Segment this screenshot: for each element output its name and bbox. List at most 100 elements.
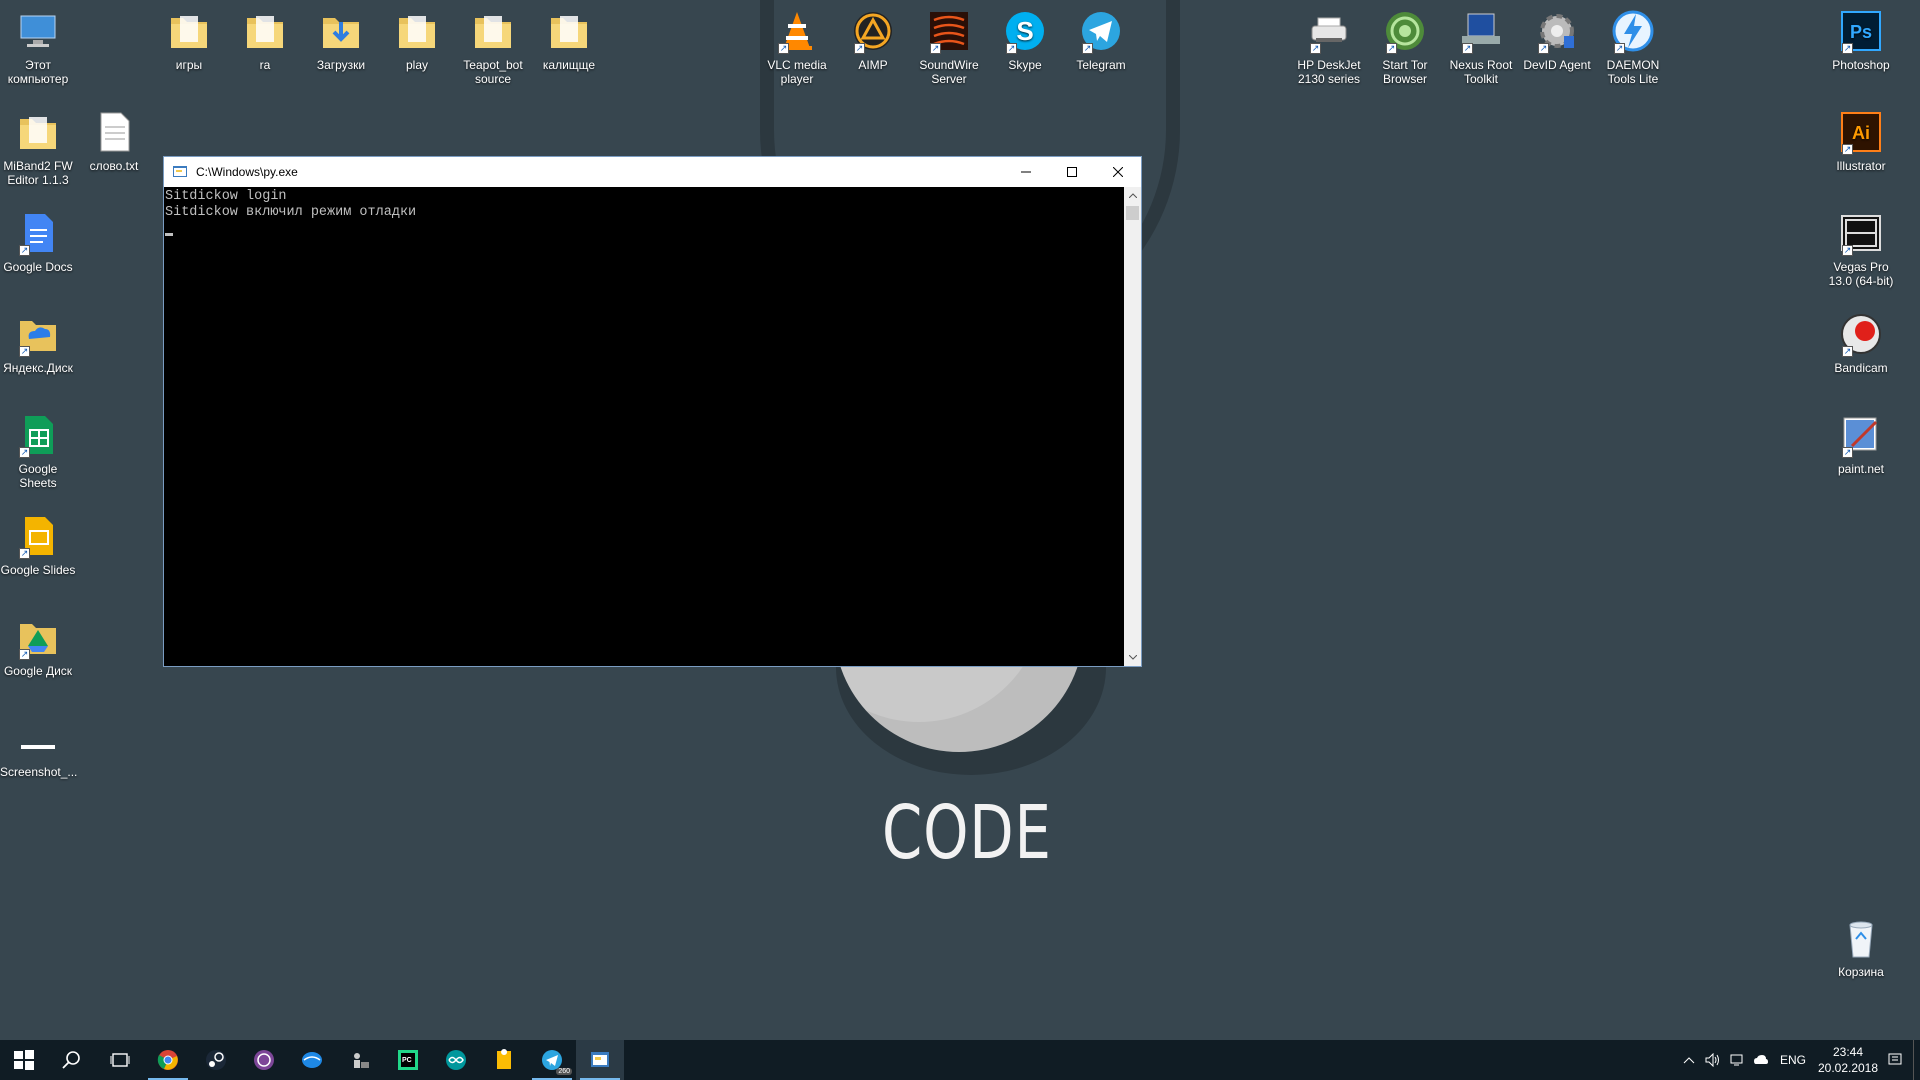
action-center-icon[interactable] bbox=[1883, 1040, 1907, 1080]
yandex-disk-icon: ↗ bbox=[15, 311, 61, 357]
vlc-icon: ↗ bbox=[774, 8, 820, 54]
taskbar-button-task-view[interactable] bbox=[96, 1040, 144, 1080]
scroll-up-button[interactable] bbox=[1124, 187, 1141, 204]
skype-icon: S ↗ bbox=[1002, 8, 1048, 54]
desktop-icon[interactable]: ↗ Google Docs bbox=[0, 210, 76, 274]
shortcut-arrow-icon: ↗ bbox=[19, 447, 30, 458]
text-file-icon bbox=[91, 109, 137, 155]
google-docs-icon: ↗ bbox=[15, 210, 61, 256]
taskbar-button-steam[interactable] bbox=[192, 1040, 240, 1080]
show-hidden-icons-button[interactable] bbox=[1677, 1040, 1701, 1080]
desktop-icon-label: калищще bbox=[542, 58, 596, 72]
desktop-icon-label: VLC media player bbox=[767, 58, 827, 86]
desktop-icon-label: SoundWire Server bbox=[919, 58, 979, 86]
clock[interactable]: 23:44 20.02.2018 bbox=[1813, 1044, 1883, 1076]
shortcut-arrow-icon: ↗ bbox=[19, 346, 30, 357]
taskbar-button-notes[interactable] bbox=[480, 1040, 528, 1080]
desktop-icon-label: Illustrator bbox=[1836, 159, 1886, 173]
google-sheets-icon: ↗ bbox=[15, 412, 61, 458]
desktop-icon-label: Google Sheets bbox=[18, 462, 58, 490]
taskbar-button-tor-browser[interactable] bbox=[240, 1040, 288, 1080]
shortcut-arrow-icon: ↗ bbox=[1386, 43, 1397, 54]
desktop-icon[interactable]: Ai ↗ Illustrator bbox=[1823, 109, 1899, 173]
taskbar-button-arduino[interactable] bbox=[432, 1040, 480, 1080]
desktop-icon[interactable]: ↗ Nexus Root Toolkit bbox=[1443, 8, 1519, 86]
desktop-icon[interactable]: Загрузки bbox=[303, 8, 379, 72]
desktop-icon[interactable]: ↗ Яндекс.Диск bbox=[0, 311, 76, 375]
python-console-icon bbox=[588, 1048, 612, 1072]
devid-icon: ↗ bbox=[1534, 8, 1580, 54]
desktop-icon[interactable]: S ↗ Skype bbox=[987, 8, 1063, 72]
console-output[interactable]: Sitdickow login Sitdickow включил режим … bbox=[164, 187, 1124, 666]
desktop-icon[interactable]: ↗ Telegram bbox=[1063, 8, 1139, 72]
taskbar-button-python-console[interactable] bbox=[576, 1040, 624, 1080]
soundwire-icon: ↗ bbox=[926, 8, 972, 54]
desktop-icon-label: Корзина bbox=[1838, 965, 1884, 979]
task-view-icon bbox=[108, 1048, 132, 1072]
taskbar-button-start[interactable] bbox=[0, 1040, 48, 1080]
start-icon bbox=[12, 1048, 36, 1072]
taskbar-items: PC 260 bbox=[0, 1040, 624, 1080]
svg-text:S: S bbox=[1016, 16, 1033, 46]
desktop-icon[interactable]: ↗ Google Sheets bbox=[0, 412, 76, 490]
desktop-icon[interactable]: ↗ VLC media player bbox=[759, 8, 835, 86]
yandex-disk-tray-icon[interactable] bbox=[1749, 1040, 1773, 1080]
chevron-down-icon bbox=[1128, 655, 1137, 660]
desktop-icon[interactable]: игры bbox=[151, 8, 227, 72]
minimize-button[interactable] bbox=[1003, 157, 1049, 187]
close-button[interactable] bbox=[1095, 157, 1141, 187]
scroll-down-button[interactable] bbox=[1124, 649, 1141, 666]
shortcut-arrow-icon: ↗ bbox=[778, 43, 789, 54]
taskbar-button-chrome[interactable] bbox=[144, 1040, 192, 1080]
desktop-icon-label: Teapot_bot source bbox=[463, 58, 523, 86]
taskbar-button-toolkit[interactable] bbox=[336, 1040, 384, 1080]
desktop-icon[interactable]: ↗ HP DeskJet 2130 series bbox=[1291, 8, 1367, 86]
volume-icon[interactable] bbox=[1701, 1040, 1725, 1080]
desktop-icon[interactable]: play bbox=[379, 8, 455, 72]
console-window[interactable]: C:\Windows\py.exe Sitdickow login Sitdic… bbox=[163, 156, 1142, 667]
desktop-icon[interactable]: ↗ Bandicam bbox=[1823, 311, 1899, 375]
language-indicator[interactable]: ENG bbox=[1773, 1053, 1813, 1067]
taskbar-button-pycharm[interactable]: PC bbox=[384, 1040, 432, 1080]
desktop-icon[interactable]: ↗ paint.net bbox=[1823, 412, 1899, 476]
telegram-icon: ↗ bbox=[1078, 8, 1124, 54]
desktop-icon[interactable]: слово.txt bbox=[76, 109, 152, 173]
scroll-thumb[interactable] bbox=[1126, 206, 1139, 220]
taskbar: PC 260 ENG 23:44 20.02.2018 bbox=[0, 1040, 1920, 1080]
svg-text:PC: PC bbox=[402, 1057, 412, 1064]
desktop-icon[interactable]: ↗ Google Диск bbox=[0, 614, 76, 678]
window-titlebar[interactable]: C:\Windows\py.exe bbox=[164, 157, 1141, 187]
desktop-icon-label: Skype bbox=[1008, 58, 1042, 72]
network-icon[interactable] bbox=[1725, 1040, 1749, 1080]
desktop-icon[interactable]: MiBand2 FW Editor 1.1.3 bbox=[0, 109, 76, 187]
folder-icon bbox=[470, 8, 516, 54]
nexus-icon: ↗ bbox=[1458, 8, 1504, 54]
desktop-icon[interactable]: ra bbox=[227, 8, 303, 72]
taskbar-button-telegram[interactable]: 260 bbox=[528, 1040, 576, 1080]
svg-text:Ai: Ai bbox=[1852, 123, 1870, 143]
desktop-icon[interactable]: Корзина bbox=[1823, 915, 1899, 979]
close-icon bbox=[1113, 167, 1123, 177]
console-line: Sitdickow login bbox=[165, 189, 287, 204]
desktop-icon[interactable]: Этот компьютер bbox=[0, 8, 76, 86]
maximize-button[interactable] bbox=[1049, 157, 1095, 187]
desktop-icon[interactable]: ↗ AIMP bbox=[835, 8, 911, 72]
shortcut-arrow-icon: ↗ bbox=[1310, 43, 1321, 54]
desktop-icon[interactable]: ↗ Google Slides bbox=[0, 513, 76, 577]
shortcut-arrow-icon: ↗ bbox=[1842, 447, 1853, 458]
this-pc-icon bbox=[15, 8, 61, 54]
desktop-icon[interactable]: Screenshot_... bbox=[0, 715, 77, 779]
desktop-icon[interactable]: Ps ↗ Photoshop bbox=[1823, 8, 1899, 72]
desktop-icon[interactable]: ↗ Start Tor Browser bbox=[1367, 8, 1443, 86]
desktop-icon[interactable]: Teapot_bot source bbox=[455, 8, 531, 86]
desktop-icon[interactable]: ↗ DevID Agent bbox=[1519, 8, 1595, 72]
vertical-scrollbar[interactable] bbox=[1124, 187, 1141, 666]
desktop-icon[interactable]: ↗ DAEMON Tools Lite bbox=[1595, 8, 1671, 86]
shortcut-arrow-icon: ↗ bbox=[19, 649, 30, 660]
desktop-icon[interactable]: ↗ SoundWire Server bbox=[911, 8, 987, 86]
taskbar-button-app[interactable] bbox=[288, 1040, 336, 1080]
desktop-icon[interactable]: ↗ Vegas Pro 13.0 (64-bit) bbox=[1823, 210, 1899, 288]
show-desktop-button[interactable] bbox=[1913, 1040, 1920, 1080]
taskbar-button-search[interactable] bbox=[48, 1040, 96, 1080]
desktop-icon[interactable]: калищще bbox=[531, 8, 607, 72]
